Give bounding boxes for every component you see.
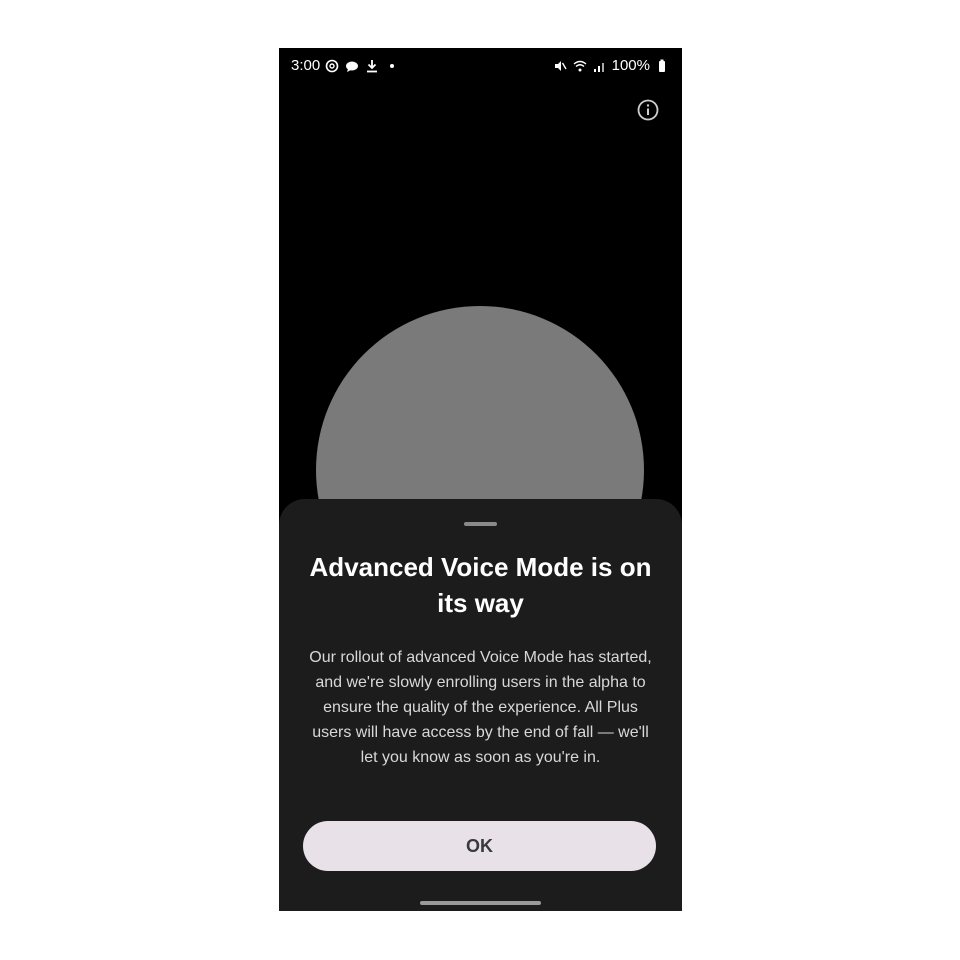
battery-percent: 100% [611,57,650,74]
info-icon[interactable] [636,98,660,122]
bottom-sheet: Advanced Voice Mode is on its way Our ro… [279,499,682,911]
status-bar: 3:00 100% [279,48,682,84]
status-bar-right: 100% [552,57,670,74]
wifi-icon [572,58,588,74]
sheet-title: Advanced Voice Mode is on its way [309,552,652,618]
status-bar-left: 3:00 [291,57,400,74]
signal-icon [592,58,608,74]
mute-icon [552,58,568,74]
drag-handle[interactable] [464,522,497,526]
openai-icon [324,58,340,74]
phone-screen: 3:00 100% Advanced Voice Mode is on its … [279,48,682,911]
status-time: 3:00 [291,57,321,74]
sheet-body: Our rollout of advanced Voice Mode has s… [309,649,652,766]
ok-button[interactable]: OK [303,821,656,871]
messages-icon [344,58,360,74]
home-indicator[interactable] [420,901,541,905]
download-icon [364,58,380,74]
battery-icon [654,58,670,74]
dot-icon [384,58,400,74]
